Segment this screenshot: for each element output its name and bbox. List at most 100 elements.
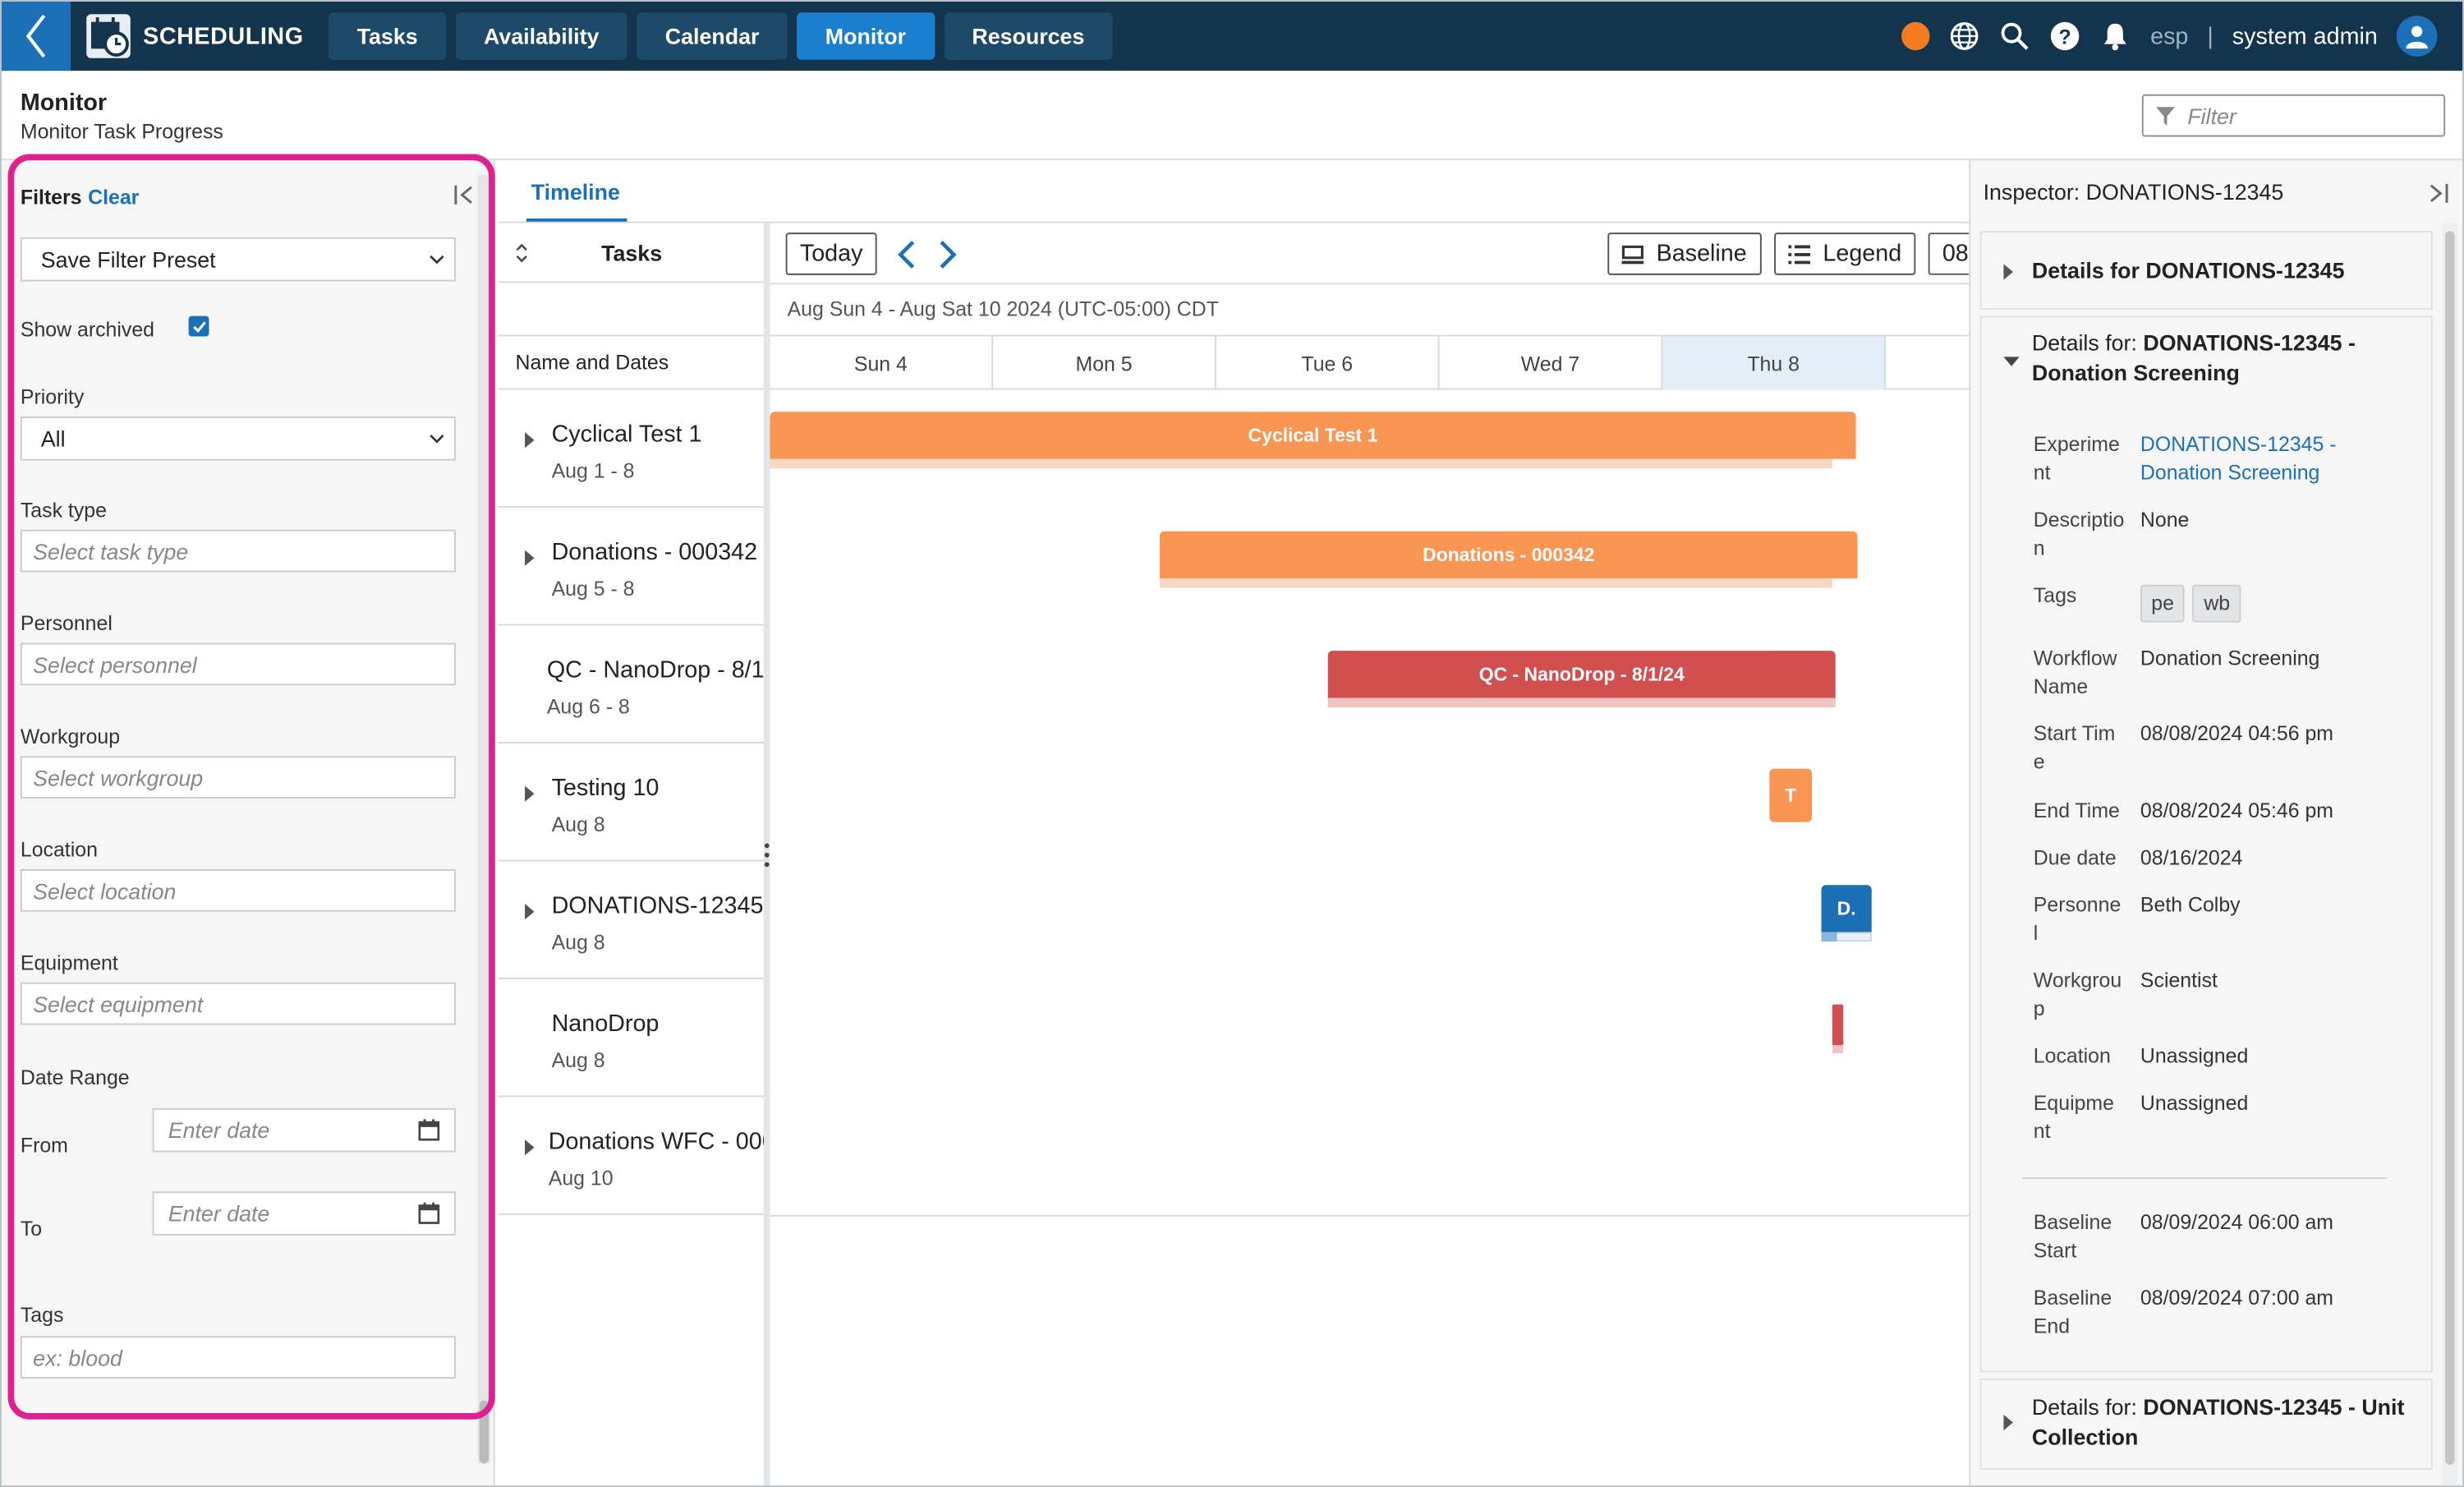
status-indicator[interactable]: [1901, 21, 1931, 51]
expand-caret-icon[interactable]: [2003, 264, 2013, 280]
legend-button[interactable]: Legend: [1774, 232, 1916, 275]
calendar-icon[interactable]: [418, 1202, 440, 1225]
field-value: 08/16/2024: [2140, 845, 2243, 870]
tab-timeline[interactable]: Timeline: [531, 179, 620, 205]
task-dates: Aug 8: [551, 813, 605, 836]
task-row[interactable]: Donations - 000342 Aug 5 - 8: [498, 508, 765, 626]
timeline-chart: Today Baseline Legend 08 Aug Sun 4 - Aug…: [770, 223, 1970, 1486]
page-subtitle: Monitor Task Progress: [20, 119, 223, 144]
filter-icon: [2156, 106, 2176, 126]
gantt-bar[interactable]: Donations - 000342: [1160, 531, 1858, 579]
field-value: 08/08/2024 05:46 pm: [2140, 798, 2334, 822]
task-row[interactable]: NanoDrop Aug 8: [498, 979, 765, 1098]
tab-timeline-underline: [526, 218, 627, 222]
name-dates-header: Name and Dates: [498, 334, 765, 390]
tag-chip[interactable]: pe: [2140, 584, 2186, 623]
day-column-header: Mon 5: [993, 336, 1216, 390]
calendar-icon[interactable]: [418, 1119, 440, 1141]
expand-caret-icon[interactable]: [525, 1139, 535, 1156]
location-input[interactable]: Select location: [20, 869, 456, 912]
global-filter-input[interactable]: Filter: [2141, 94, 2446, 137]
today-button[interactable]: Today: [785, 232, 877, 275]
bell-icon[interactable]: [2100, 21, 2131, 52]
workgroup-label: Workgroup: [20, 725, 121, 748]
chevron-right-icon[interactable]: [936, 239, 958, 270]
gantt-bar[interactable]: D.: [1821, 885, 1872, 932]
field-key: Personnel: [2033, 892, 2122, 945]
show-archived-checkbox[interactable]: [188, 315, 209, 337]
collapse-right-icon[interactable]: [2426, 182, 2448, 205]
gantt-baseline: [1832, 1045, 1844, 1053]
drag-handle-icon[interactable]: [764, 843, 770, 868]
nav-tab-monitor[interactable]: Monitor: [797, 12, 935, 60]
task-name: NanoDrop: [551, 1011, 660, 1038]
task-name: DONATIONS-12345: [551, 892, 764, 920]
back-button[interactable]: [1, 1, 71, 71]
section-header[interactable]: Details for: DONATIONS-12345 - Donation …: [1982, 329, 2407, 389]
priority-select[interactable]: All: [20, 417, 456, 461]
baseline-icon: [1621, 244, 1644, 264]
task-dates: Aug 8: [551, 1048, 605, 1072]
expand-caret-icon[interactable]: [525, 904, 535, 920]
clear-filters-link[interactable]: Clear: [88, 186, 139, 209]
from-date-input[interactable]: Enter date: [152, 1107, 456, 1153]
sort-icon[interactable]: [516, 242, 528, 265]
task-row[interactable]: QC - NanoDrop - 8/1/24 Aug 6 - 8: [498, 625, 765, 744]
filter-preset-select[interactable]: Save Filter Preset: [20, 237, 456, 282]
inspector-title: Inspector: DONATIONS-12345: [1983, 179, 2284, 205]
expand-caret-icon[interactable]: [525, 550, 535, 566]
expand-caret-icon[interactable]: [525, 785, 535, 802]
inspector-scrollbar[interactable]: [2442, 223, 2458, 1486]
nav-tab-resources[interactable]: Resources: [943, 12, 1113, 60]
language-toggle[interactable]: esp: [2150, 23, 2188, 50]
inspector-section[interactable]: Details for DONATIONS-12345: [1979, 231, 2433, 310]
date-picker-partial[interactable]: 08: [1928, 232, 1970, 275]
task-row[interactable]: Cyclical Test 1 Aug 1 - 8: [498, 389, 765, 508]
collapse-left-icon[interactable]: [454, 184, 476, 206]
chevron-left-icon[interactable]: [896, 239, 918, 270]
baseline-label: Baseline: [1656, 240, 1747, 268]
calendar-clock-icon: [86, 14, 131, 58]
global-filter-placeholder: Filter: [2187, 103, 2236, 128]
workgroup-input[interactable]: Select workgroup: [20, 756, 456, 799]
field-key: Workgroup: [2033, 968, 2122, 1020]
nav-tab-tasks[interactable]: Tasks: [329, 12, 447, 60]
user-avatar[interactable]: [2396, 16, 2438, 57]
task-type-input[interactable]: Select task type: [20, 529, 456, 573]
inspector-scroll-thumb[interactable]: [2445, 231, 2455, 1466]
gantt-bar[interactable]: T: [1769, 768, 1813, 822]
task-row[interactable]: Donations WFC - 0001 Aug 10: [498, 1097, 765, 1215]
to-date-input[interactable]: Enter date: [152, 1191, 456, 1236]
task-name: Donations WFC - 0001: [548, 1128, 765, 1156]
inspector-panel: Inspector: DONATIONS-12345 Details for D…: [1969, 160, 2463, 1486]
tags-input[interactable]: ex: blood: [20, 1336, 456, 1379]
divider: [2022, 1177, 2388, 1179]
task-name: Donations - 000342: [551, 539, 758, 566]
search-icon[interactable]: [1999, 21, 2030, 52]
tag-chip[interactable]: wb: [2192, 584, 2241, 623]
gantt-bar[interactable]: QC - NanoDrop - 8/1/24: [1327, 651, 1836, 698]
field-key: Description: [2033, 507, 2125, 560]
baseline-button[interactable]: Baseline: [1607, 232, 1761, 275]
column-splitter[interactable]: [763, 223, 770, 1486]
globe-icon[interactable]: [1949, 21, 1980, 52]
experiment-link[interactable]: DONATIONS-12345 - Donation Screening: [2140, 430, 2423, 487]
top-bar: SCHEDULING Tasks Availability Calendar M…: [1, 1, 2463, 71]
task-row[interactable]: Testing 10 Aug 8: [498, 744, 765, 862]
inspector-section[interactable]: Details for: DONATIONS-12345 - Unit Coll…: [1979, 1378, 2433, 1470]
task-row[interactable]: DONATIONS-12345 Aug 8: [498, 861, 765, 979]
svg-text:?: ?: [2059, 26, 2071, 49]
tags-label: Tags: [20, 1303, 64, 1327]
gantt-bar[interactable]: Cyclical Test 1: [770, 412, 1856, 459]
filters-scrollbar[interactable]: [477, 174, 490, 1464]
filters-scroll-thumb[interactable]: [479, 1400, 490, 1464]
show-archived-label: Show archived: [20, 317, 155, 342]
nav-tab-availability[interactable]: Availability: [455, 12, 627, 60]
personnel-input[interactable]: Select personnel: [20, 642, 456, 686]
expand-caret-icon[interactable]: [525, 432, 535, 449]
help-icon[interactable]: ?: [2050, 21, 2081, 52]
nav-tab-calendar[interactable]: Calendar: [637, 12, 788, 60]
user-name[interactable]: system admin: [2232, 23, 2378, 50]
gantt-bar[interactable]: [1832, 1004, 1844, 1046]
equipment-input[interactable]: Select equipment: [20, 982, 456, 1025]
